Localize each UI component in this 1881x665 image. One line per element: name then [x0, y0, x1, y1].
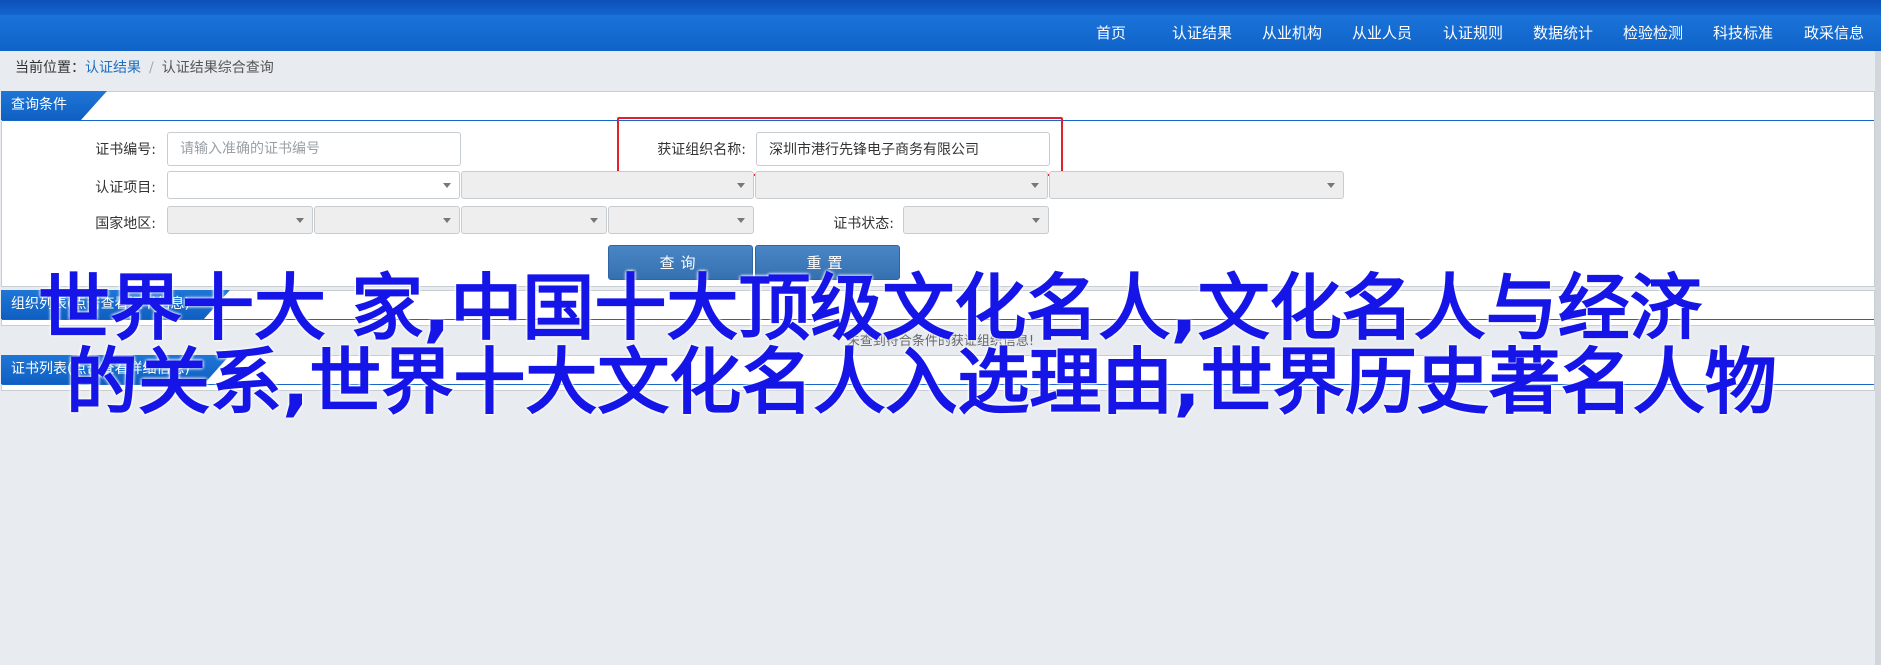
region-select-1[interactable]: [167, 206, 313, 234]
cert-project-select-3[interactable]: [755, 171, 1048, 199]
chevron-down-icon: [1032, 218, 1040, 223]
org-name-label: 获证组织名称:: [657, 142, 746, 158]
region-select-3[interactable]: [461, 206, 607, 234]
breadcrumb-separator: /: [149, 60, 154, 76]
nav-item-agencies[interactable]: 从业机构: [1262, 15, 1322, 51]
page-scrollbar[interactable]: [1875, 51, 1881, 665]
cert-project-label: 认证项目:: [95, 180, 156, 196]
region-select-2[interactable]: [314, 206, 460, 234]
region-select-4[interactable]: [608, 206, 754, 234]
chevron-down-icon: [443, 218, 451, 223]
country-region-label: 国家地区:: [95, 216, 156, 232]
query-panel-title: 查询条件: [1, 91, 107, 120]
cert-project-select-1[interactable]: [167, 171, 460, 199]
cert-project-select-4[interactable]: [1049, 171, 1344, 199]
cert-number-input[interactable]: [167, 132, 461, 166]
header-banner-strip: [0, 0, 1881, 15]
chevron-down-icon: [737, 218, 745, 223]
org-name-input[interactable]: [756, 132, 1050, 166]
overlay-caption-line-1: 世界十大 家,中国十大顶级文化名人,文化名人与经济: [38, 266, 1702, 350]
breadcrumb: 当前位置：认证结果 / 认证结果综合查询: [15, 58, 274, 78]
nav-item-cert-results[interactable]: 认证结果: [1172, 15, 1232, 51]
nav-item-home[interactable]: 首页: [1096, 15, 1126, 51]
cert-project-select-2[interactable]: [461, 171, 754, 199]
chevron-down-icon: [1031, 183, 1039, 188]
overlay-caption-line-2: 的关系,世界十大文化名人入选理由,世界历史著名人物: [66, 340, 1777, 424]
nav-item-procurement[interactable]: 政采信息: [1804, 15, 1864, 51]
breadcrumb-current: 认证结果综合查询: [161, 60, 274, 76]
cert-status-select[interactable]: [903, 206, 1049, 234]
chevron-down-icon: [737, 183, 745, 188]
breadcrumb-link-cert-results[interactable]: 认证结果: [85, 60, 141, 76]
breadcrumb-prefix: 当前位置：: [15, 60, 85, 76]
main-navbar: 首页 认证结果 从业机构 从业人员 认证规则 数据统计 检验检测 科技标准 政采…: [0, 15, 1881, 51]
cert-number-label: 证书编号:: [95, 142, 156, 158]
chevron-down-icon: [1327, 183, 1335, 188]
page: 首页 认证结果 从业机构 从业人员 认证规则 数据统计 检验检测 科技标准 政采…: [0, 0, 1881, 665]
nav-item-statistics[interactable]: 数据统计: [1533, 15, 1593, 51]
chevron-down-icon: [296, 218, 304, 223]
chevron-down-icon: [590, 218, 598, 223]
nav-item-testing[interactable]: 检验检测: [1623, 15, 1683, 51]
chevron-down-icon: [443, 183, 451, 188]
nav-item-cert-rules[interactable]: 认证规则: [1443, 15, 1503, 51]
nav-item-tech-standards[interactable]: 科技标准: [1713, 15, 1773, 51]
cert-status-label: 证书状态:: [833, 216, 894, 232]
nav-item-personnel[interactable]: 从业人员: [1352, 15, 1412, 51]
